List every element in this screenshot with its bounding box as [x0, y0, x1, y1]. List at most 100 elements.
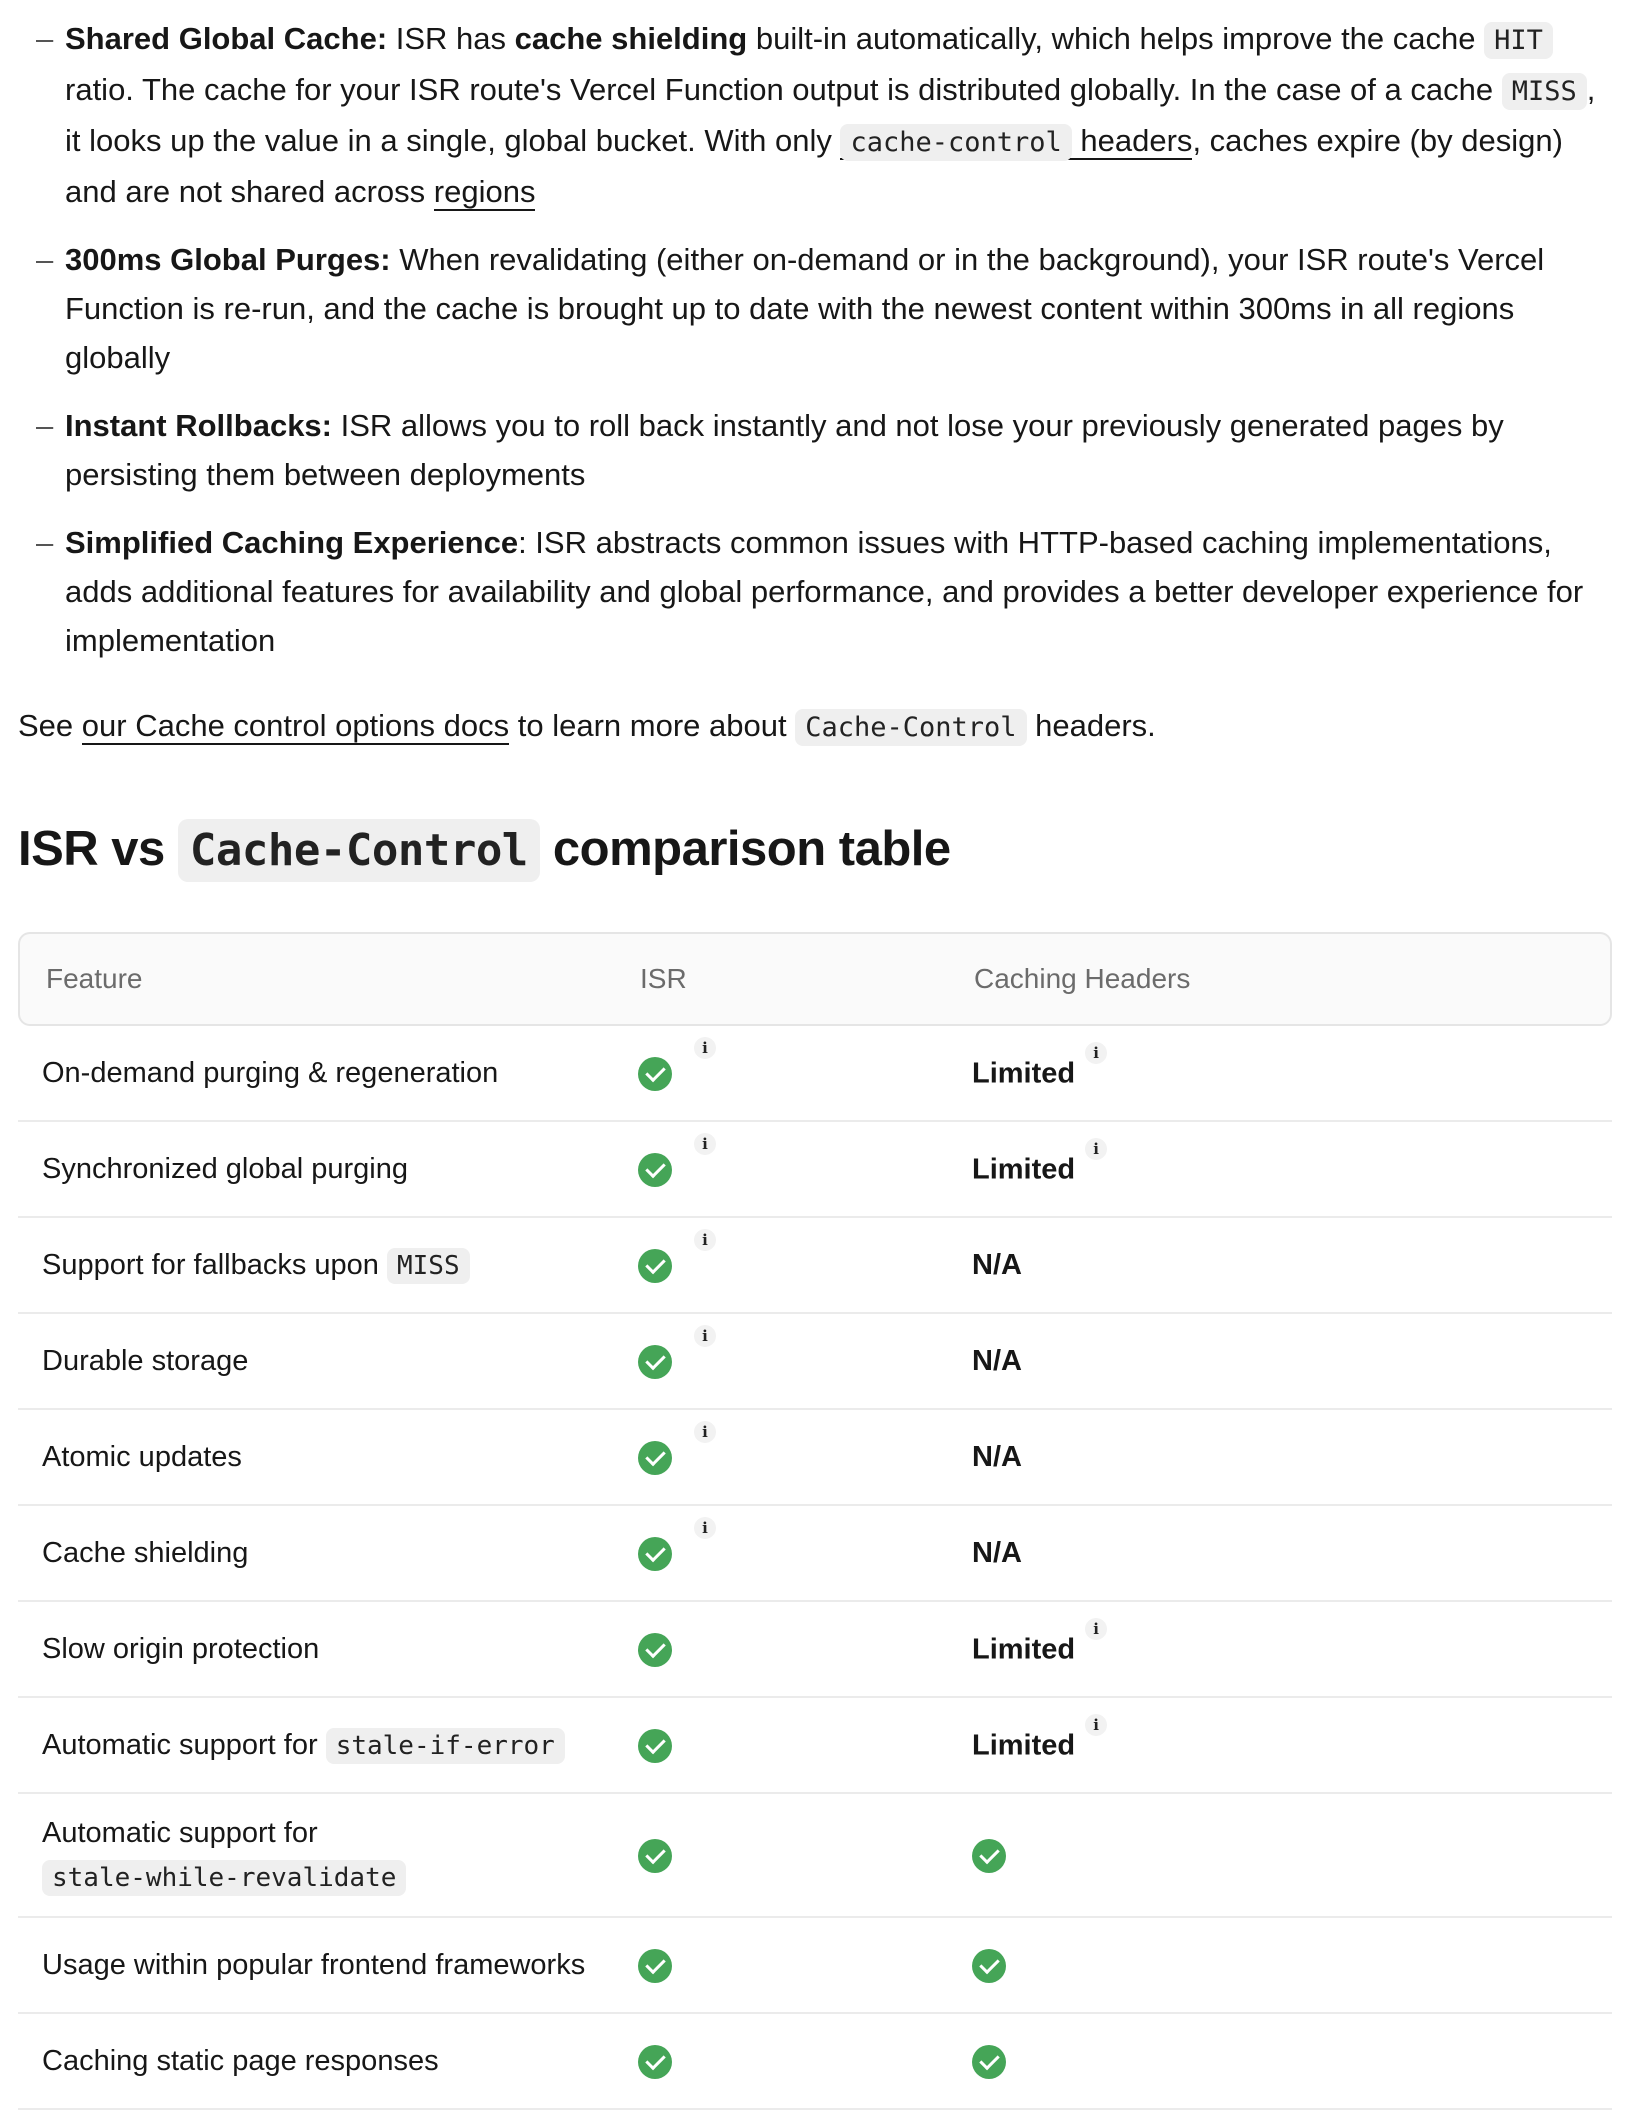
table-row: Automatic support for stale-while-revalid… [18, 1794, 1612, 1918]
isr-cell: i [614, 1410, 948, 1506]
isr-cell: i [614, 1506, 948, 1602]
caching-headers-cell: N/A [948, 1218, 1612, 1314]
caching-headers-cell: N/A [948, 1314, 1612, 1410]
check-icon [638, 1729, 672, 1764]
column-header-feature: Feature [18, 932, 614, 1026]
feature-cell: Synchronized global purging [18, 1122, 614, 1218]
support-value: Limited [972, 1153, 1076, 1186]
inline-code: MISS [1501, 73, 1587, 110]
feature-cell: Slow origin protection [18, 1602, 614, 1698]
check-icon [638, 1057, 672, 1092]
bullet-title: Instant Rollbacks: [65, 408, 332, 443]
info-icon[interactable]: i [1085, 1138, 1108, 1161]
feature-cell: Cache shielding [18, 1506, 614, 1602]
list-item: – Shared Global Cache: ISR has cache shi… [36, 21, 1596, 211]
table-row: Caching static page responses [18, 2014, 1612, 2110]
info-icon[interactable]: i [694, 1421, 716, 1443]
cache-control-docs-link[interactable]: our Cache control options docs [81, 708, 510, 745]
table-row: Usage within popular frontend frameworks [18, 1918, 1612, 2014]
caching-headers-cell: N/A [948, 1506, 1612, 1602]
check-icon [972, 1839, 1006, 1874]
support-value: Limited [972, 1057, 1076, 1090]
feature-cell: Durable storage [18, 1314, 614, 1410]
feature-cell: Usage within popular frontend frameworks [18, 1918, 614, 2014]
isr-cell [614, 1794, 948, 1918]
table-row: Support for fallbacks upon MISS i N/A [18, 1218, 1612, 1314]
isr-cell: i [614, 1026, 948, 1122]
list-item: – 300ms Global Purges: When revalidating… [36, 242, 1545, 375]
regions-link[interactable]: regions [433, 174, 536, 211]
isr-cell [614, 1918, 948, 2014]
support-value: N/A [972, 1537, 1022, 1569]
info-icon[interactable]: i [694, 1037, 716, 1059]
table-row: Atomic updates i N/A [18, 1410, 1612, 1506]
info-icon[interactable]: i [694, 1133, 716, 1155]
feature-cell: Automatic support for stale-if-error [18, 1698, 614, 1794]
section-heading: ISR vs Cache-Control comparison table [18, 814, 1614, 886]
caching-headers-cell [948, 1918, 1612, 2014]
feature-cell: Automatic support for stale-while-revalid… [18, 1794, 614, 1918]
info-icon[interactable]: i [1085, 1618, 1108, 1641]
table-row: Durable storage i N/A [18, 1314, 1612, 1410]
table-row: Synchronized global purging i Limited i [18, 1122, 1612, 1218]
check-icon [638, 1839, 672, 1874]
feature-cell: Support for fallbacks upon MISS [18, 1218, 614, 1314]
caching-headers-cell [948, 2014, 1612, 2110]
check-icon [638, 1633, 672, 1668]
feature-list: – Shared Global Cache: ISR has cache shi… [18, 0, 1614, 665]
list-item: – Instant Rollbacks: ISR allows you to r… [36, 408, 1504, 492]
docs-page: – Shared Global Cache: ISR has cache shi… [0, 0, 1636, 2110]
see-paragraph: See our Cache control options docs to le… [18, 701, 1614, 752]
inline-code: Cache-Control [795, 709, 1027, 746]
column-header-caching-headers: Caching Headers [948, 932, 1612, 1026]
support-value: N/A [972, 1345, 1022, 1377]
cache-control-headers-link[interactable]: cache-control headers [840, 123, 1193, 161]
caching-headers-cell [948, 1794, 1612, 1918]
table-row: Slow origin protection Limited i [18, 1602, 1612, 1698]
isr-cell [614, 1602, 948, 1698]
check-icon [638, 1249, 672, 1284]
info-icon[interactable]: i [694, 1229, 716, 1251]
info-icon[interactable]: i [694, 1517, 716, 1539]
check-icon [638, 1949, 672, 1984]
support-value: N/A [972, 1249, 1022, 1281]
comparison-table: Feature ISR Caching Headers On-demand pu… [18, 932, 1612, 2110]
inline-code: stale-if-error [325, 1727, 565, 1764]
inline-code: MISS [386, 1247, 470, 1284]
feature-cell: Caching static page responses [18, 2014, 614, 2110]
info-icon[interactable]: i [694, 1325, 716, 1347]
bullet-title: Shared Global Cache: [65, 21, 388, 56]
support-value: N/A [972, 1441, 1022, 1473]
isr-cell: i [614, 1218, 948, 1314]
isr-cell: i [614, 1314, 948, 1410]
isr-cell [614, 1698, 948, 1794]
info-icon[interactable]: i [1085, 1042, 1108, 1065]
check-icon [972, 1949, 1006, 1984]
bullet-title: 300ms Global Purges: [65, 242, 391, 277]
caching-headers-cell: Limited i [948, 1122, 1612, 1218]
bullet-title: Simplified Caching Experience [65, 525, 519, 560]
caching-headers-cell: Limited i [948, 1026, 1612, 1122]
inline-code: HIT [1484, 22, 1553, 59]
check-icon [638, 1345, 672, 1380]
isr-cell [614, 2014, 948, 2110]
table-row: Cache shielding i N/A [18, 1506, 1612, 1602]
check-icon [972, 2045, 1006, 2080]
column-header-isr: ISR [614, 932, 948, 1026]
info-icon[interactable]: i [1085, 1714, 1108, 1737]
caching-headers-cell: N/A [948, 1410, 1612, 1506]
table-header-row: Feature ISR Caching Headers [18, 932, 1612, 1026]
check-icon [638, 1537, 672, 1572]
list-item: – Simplified Caching Experience: ISR abs… [36, 525, 1584, 658]
table-row: On-demand purging & regeneration i Limited… [18, 1026, 1612, 1122]
feature-cell: Atomic updates [18, 1410, 614, 1506]
table-row: Automatic support for stale-if-error Limi… [18, 1698, 1612, 1794]
check-icon [638, 1441, 672, 1476]
feature-cell: On-demand purging & regeneration [18, 1026, 614, 1122]
inline-code: stale-while-revalidate [42, 1859, 407, 1896]
check-icon [638, 2045, 672, 2080]
caching-headers-cell: Limited i [948, 1602, 1612, 1698]
caching-headers-cell: Limited i [948, 1698, 1612, 1794]
support-value: Limited [972, 1729, 1076, 1762]
isr-cell: i [614, 1122, 948, 1218]
